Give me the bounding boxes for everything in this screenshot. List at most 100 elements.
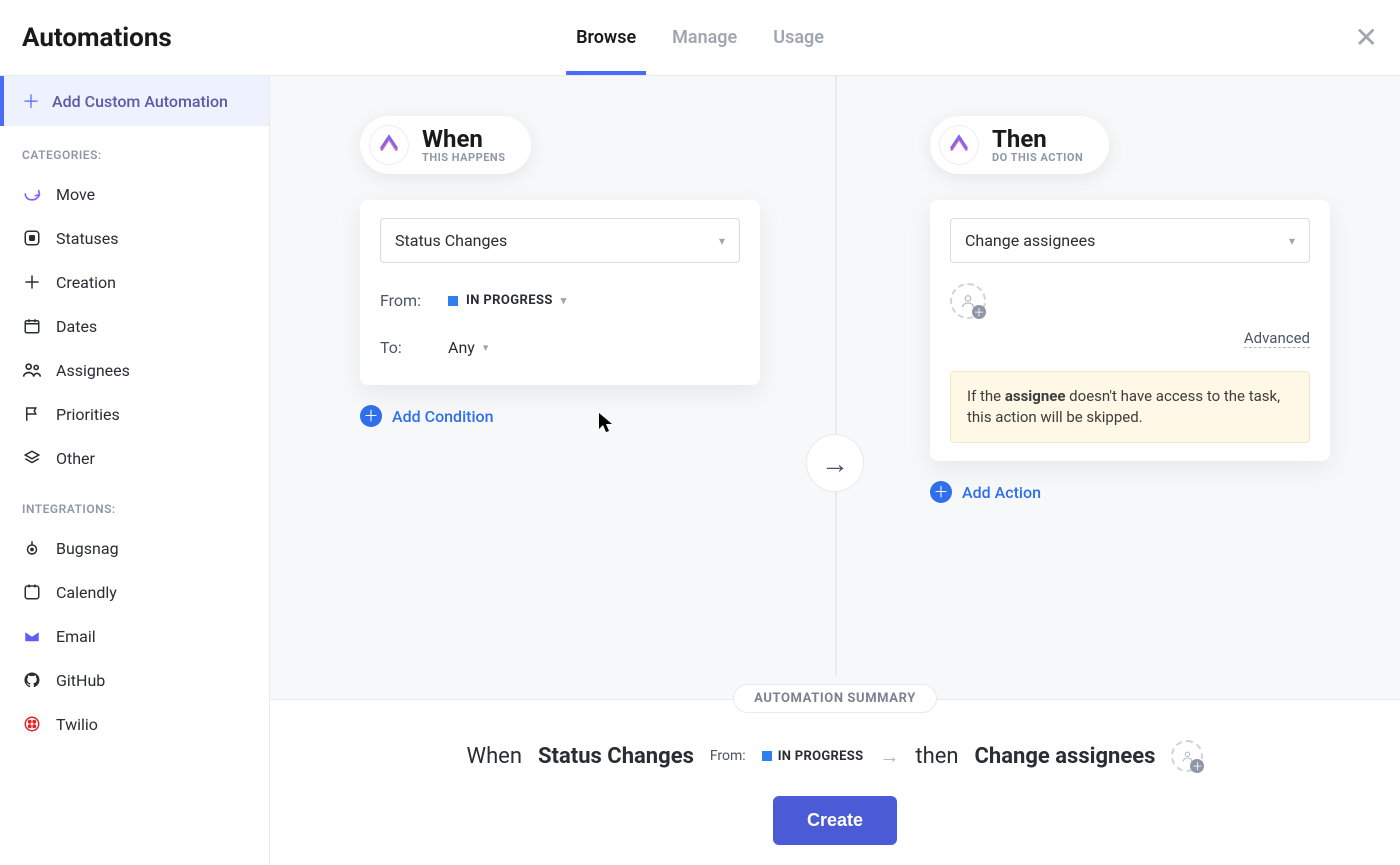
header: Automations Browse Manage Usage ✕ [0, 0, 1400, 76]
status-color-swatch [762, 751, 772, 761]
sidebar-item-label: Statuses [56, 229, 119, 248]
tab-browse[interactable]: Browse [576, 0, 636, 75]
sidebar-item-label: Creation [56, 273, 116, 292]
then-heading-pill: Then DO THIS ACTION [930, 116, 1109, 174]
summary-action: Change assignees [975, 744, 1156, 769]
to-status-picker[interactable]: Any ▾ [448, 338, 488, 357]
sidebar-item-label: Assignees [56, 361, 130, 380]
to-status-value: Any [448, 338, 475, 357]
plus-icon: ＋ [22, 88, 40, 114]
chevron-down-icon: ▾ [719, 234, 725, 248]
to-label: To: [380, 338, 424, 357]
status-color-swatch [448, 296, 458, 306]
add-action-button[interactable]: ＋ Add Action [930, 481, 1330, 503]
clickup-logo-icon [940, 126, 978, 164]
summary-from-status: IN PROGRESS [762, 749, 864, 764]
arrow-right-icon: → [879, 744, 899, 769]
then-subtitle: DO THIS ACTION [992, 151, 1083, 164]
summary-sentence: When Status Changes From: IN PROGRESS → … [270, 740, 1400, 772]
plus-badge-icon: ＋ [972, 305, 986, 319]
mouse-cursor-icon [598, 412, 614, 438]
from-status-value: IN PROGRESS [466, 293, 553, 308]
add-condition-label: Add Condition [392, 407, 494, 426]
chevron-down-icon: ▾ [561, 294, 567, 307]
when-heading-pill: When THIS HAPPENS [360, 116, 531, 174]
sidebar-item-move[interactable]: Move [0, 172, 269, 216]
chevron-down-icon: ▾ [1289, 234, 1295, 248]
plus-circle-icon: ＋ [930, 481, 952, 503]
clickup-logo-icon [370, 126, 408, 164]
sidebar-item-label: Move [56, 185, 95, 204]
sidebar-item-other[interactable]: Other [0, 436, 269, 480]
plus-circle-icon: ＋ [360, 405, 382, 427]
close-icon[interactable]: ✕ [1355, 24, 1378, 52]
sidebar-item-twilio[interactable]: Twilio [0, 702, 269, 746]
add-action-label: Add Action [962, 483, 1041, 502]
trigger-select[interactable]: Status Changes ▾ [380, 218, 740, 263]
sidebar-item-statuses[interactable]: Statuses [0, 216, 269, 260]
bugsnag-icon [22, 538, 42, 558]
plus-badge-icon: ＋ [1190, 759, 1204, 773]
categories-heading: CATEGORIES: [0, 126, 269, 172]
people-icon [22, 360, 42, 380]
action-card: Change assignees ▾ ＋ Advanced If the ass… [930, 200, 1330, 461]
from-label: From: [380, 291, 424, 310]
calendly-icon [22, 582, 42, 602]
tab-usage[interactable]: Usage [773, 0, 824, 75]
summary-trigger: Status Changes [538, 744, 694, 769]
sidebar-item-label: Priorities [56, 405, 120, 424]
sidebar-item-label: Twilio [56, 715, 98, 734]
from-status-picker[interactable]: IN PROGRESS ▾ [448, 293, 567, 308]
add-condition-button[interactable]: ＋ Add Condition [360, 405, 760, 427]
sidebar-item-label: Other [56, 449, 95, 468]
sidebar-item-priorities[interactable]: Priorities [0, 392, 269, 436]
builder-canvas: When THIS HAPPENS Status Changes ▾ From:… [270, 76, 1400, 865]
plus-cross-icon [22, 272, 42, 292]
sidebar-item-label: Email [56, 627, 96, 646]
trigger-select-label: Status Changes [395, 231, 507, 250]
create-button[interactable]: Create [773, 796, 897, 845]
from-row: From: IN PROGRESS ▾ [380, 291, 740, 310]
assignee-warning: If the assignee doesn't have access to t… [950, 371, 1310, 443]
twilio-icon [22, 714, 42, 734]
email-icon [22, 626, 42, 646]
action-select[interactable]: Change assignees ▾ [950, 218, 1310, 263]
add-custom-label: Add Custom Automation [52, 92, 228, 111]
sidebar-item-creation[interactable]: Creation [0, 260, 269, 304]
integrations-heading: INTEGRATIONS: [0, 480, 269, 526]
assignee-picker[interactable]: ＋ [950, 283, 986, 319]
sidebar-item-bugsnag[interactable]: Bugsnag [0, 526, 269, 570]
sidebar-item-label: Calendly [56, 583, 117, 602]
tab-manage[interactable]: Manage [672, 0, 737, 75]
page-title: Automations [22, 23, 172, 53]
sidebar-item-assignees[interactable]: Assignees [0, 348, 269, 392]
automation-summary: AUTOMATION SUMMARY When Status Changes F… [270, 699, 1400, 865]
sidebar-item-github[interactable]: GitHub [0, 658, 269, 702]
advanced-link[interactable]: Advanced [1244, 329, 1310, 348]
when-subtitle: THIS HAPPENS [422, 151, 505, 164]
layers-icon [22, 448, 42, 468]
to-row: To: Any ▾ [380, 338, 740, 357]
sidebar-item-email[interactable]: Email [0, 614, 269, 658]
sidebar-item-label: GitHub [56, 671, 105, 690]
github-icon [22, 670, 42, 690]
summary-assignee-placeholder-icon: ＋ [1171, 740, 1203, 772]
calendar-icon [22, 316, 42, 336]
when-column: When THIS HAPPENS Status Changes ▾ From:… [360, 116, 760, 427]
summary-then-word: then [915, 744, 958, 769]
trigger-card: Status Changes ▾ From: IN PROGRESS ▾ To: [360, 200, 760, 385]
sidebar-item-calendly[interactable]: Calendly [0, 570, 269, 614]
sidebar-item-dates[interactable]: Dates [0, 304, 269, 348]
chevron-down-icon: ▾ [483, 341, 489, 354]
sidebar-item-label: Dates [56, 317, 97, 336]
summary-when-word: When [467, 744, 522, 769]
share-arrow-icon [22, 184, 42, 204]
square-dot-icon [22, 228, 42, 248]
tabs: Browse Manage Usage [576, 0, 824, 75]
summary-from-label: From: [710, 748, 746, 764]
sidebar-item-label: Bugsnag [56, 539, 119, 558]
divider-line [835, 76, 837, 675]
action-select-label: Change assignees [965, 231, 1095, 250]
sidebar: ＋ Add Custom Automation CATEGORIES: Move… [0, 76, 270, 865]
add-custom-automation-button[interactable]: ＋ Add Custom Automation [0, 76, 269, 126]
